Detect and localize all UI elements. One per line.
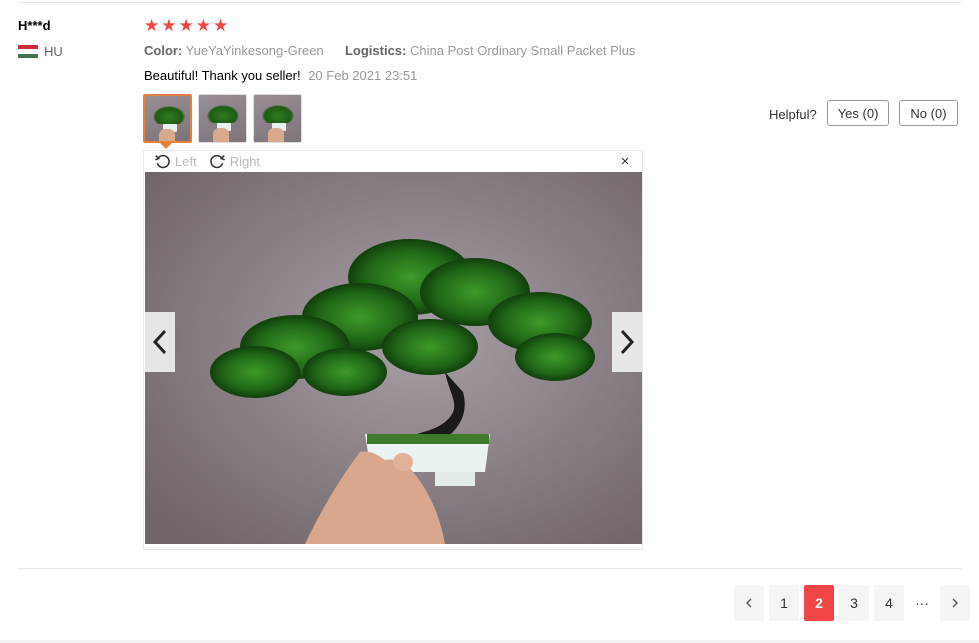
order-attributes: Color: YueYaYinkesong-Green Logistics: C…: [144, 43, 635, 58]
vote-yes-button[interactable]: Yes (0): [826, 100, 890, 126]
next-image-button[interactable]: [612, 312, 642, 372]
reviewer-name: H***d: [18, 18, 51, 33]
review-content: Beautiful! Thank you seller! 20 Feb 2021…: [144, 68, 417, 83]
pagination: 1 2 3 4 ···: [734, 585, 970, 621]
next-page-button[interactable]: [940, 585, 970, 621]
attr-color-value: YueYaYinkesong-Green: [185, 43, 324, 58]
chevron-right-icon: [952, 598, 958, 608]
rotate-left-button[interactable]: Left: [154, 153, 197, 170]
rotate-right-icon: [209, 154, 225, 169]
page-2-button[interactable]: 2: [804, 585, 834, 621]
vote-no-button[interactable]: No (0): [899, 100, 958, 126]
attr-logistics-value: China Post Ordinary Small Packet Plus: [410, 43, 636, 58]
pagination-ellipsis: ···: [915, 595, 929, 611]
chevron-right-icon: [620, 329, 635, 355]
review-thumbnail[interactable]: [198, 94, 247, 143]
hungary-flag-icon: [18, 45, 38, 58]
star-rating: ★ ★ ★ ★ ★: [144, 17, 228, 35]
page-4-button[interactable]: 4: [874, 585, 904, 621]
rotate-right-label: Right: [229, 154, 261, 169]
image-viewer: Left Right ×: [143, 150, 643, 550]
review-text: Beautiful! Thank you seller!: [144, 68, 301, 83]
star-icon: ★: [213, 16, 229, 35]
review-photo: [145, 172, 642, 544]
helpful-votes: Helpful? Yes (0) No (0): [769, 100, 958, 126]
star-icon: ★: [161, 16, 177, 35]
review-thumbnail[interactable]: [253, 94, 302, 143]
page-3-button[interactable]: 3: [839, 585, 869, 621]
review-thumbnail[interactable]: [143, 94, 192, 143]
attr-color-label: Color:: [144, 43, 183, 58]
page-1-button[interactable]: 1: [769, 585, 799, 621]
viewer-toolbar: Left Right: [144, 151, 642, 172]
section-divider: [18, 568, 962, 569]
helpful-label: Helpful?: [769, 106, 817, 122]
close-icon[interactable]: ×: [618, 153, 632, 170]
reviewer-country: HU: [18, 44, 63, 59]
rotate-left-label: Left: [175, 154, 197, 169]
rotate-right-button[interactable]: Right: [209, 153, 260, 170]
star-icon: ★: [195, 16, 211, 35]
chevron-left-icon: [746, 598, 752, 608]
country-code: HU: [44, 44, 63, 59]
star-icon: ★: [178, 16, 194, 35]
star-icon: ★: [144, 16, 160, 35]
attr-logistics-label: Logistics:: [344, 43, 407, 58]
prev-image-button[interactable]: [145, 312, 175, 372]
review-thumbnails: [143, 94, 302, 143]
prev-page-button[interactable]: [734, 585, 764, 621]
active-thumbnail-caret: [160, 143, 172, 149]
review-date: 20 Feb 2021 23:51: [308, 68, 418, 83]
chevron-left-icon: [152, 329, 167, 355]
rotate-left-icon: [155, 154, 170, 169]
top-divider: [18, 2, 962, 3]
